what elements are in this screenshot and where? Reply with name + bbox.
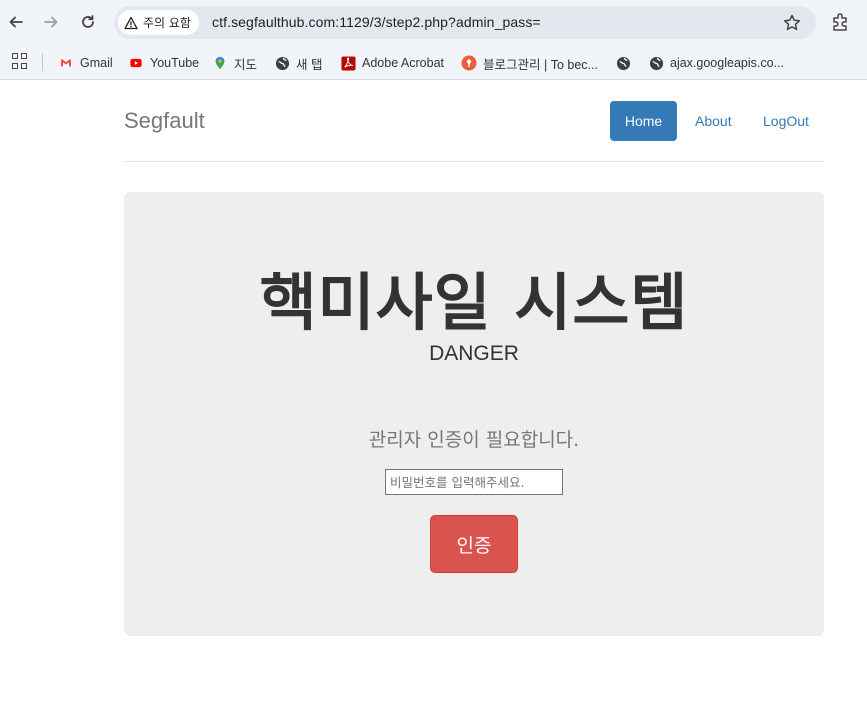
forward-arrow-icon bbox=[44, 16, 58, 28]
bookmark-blog[interactable]: 블로그관리 | To bec... bbox=[461, 51, 598, 75]
bookmark-gmail[interactable]: Gmail bbox=[58, 51, 113, 75]
back-button[interactable] bbox=[2, 8, 30, 36]
bookmark-label: ajax.googleapis.co... bbox=[670, 56, 784, 70]
bookmark-globe-unnamed[interactable] bbox=[615, 51, 637, 75]
bookmark-star-icon[interactable] bbox=[782, 13, 802, 33]
gmail-icon bbox=[58, 55, 74, 71]
nav-about[interactable]: About bbox=[680, 101, 747, 141]
blog-icon bbox=[461, 55, 477, 71]
page-title: 핵미사일 시스템 bbox=[259, 266, 689, 339]
globe-icon bbox=[648, 55, 664, 71]
bookmark-label: 지도 bbox=[234, 57, 258, 72]
site-brand[interactable]: Segfault bbox=[124, 108, 205, 134]
browser-toolbar: 주의 요함 ctf.segfaulthub.com:1129/3/step2.p… bbox=[0, 0, 867, 45]
bookmark-youtube[interactable]: YouTube bbox=[128, 51, 199, 75]
acrobat-icon bbox=[340, 55, 356, 71]
bookmark-label: YouTube bbox=[150, 56, 200, 70]
bookmarks-divider bbox=[42, 53, 43, 71]
auth-required-text: 관리자 인증이 필요합니다. bbox=[368, 429, 580, 451]
apps-grid-icon[interactable] bbox=[12, 53, 28, 69]
page-subtitle: DANGER bbox=[429, 342, 519, 365]
reload-button[interactable] bbox=[74, 8, 102, 36]
header-divider bbox=[124, 161, 824, 162]
nav-home[interactable]: Home bbox=[610, 101, 677, 141]
password-input[interactable] bbox=[385, 469, 563, 495]
security-chip[interactable]: 주의 요함 bbox=[118, 10, 199, 35]
globe-icon bbox=[274, 55, 290, 71]
bookmarks-bar: Gmail YouTube 지도 새 탭 Adobe Acrobat 블로그관리… bbox=[0, 45, 867, 80]
jumbotron: 핵미사일 시스템 DANGER 관리자 인증이 필요합니다. 인증 bbox=[124, 192, 824, 636]
bookmark-label: Gmail bbox=[80, 56, 113, 70]
bookmark-label: Adobe Acrobat bbox=[362, 56, 445, 70]
reload-icon bbox=[82, 15, 94, 28]
url-text[interactable]: ctf.segfaulthub.com:1129/3/step2.php?adm… bbox=[212, 14, 541, 30]
security-label: 주의 요함 bbox=[143, 16, 191, 30]
nav-logout[interactable]: LogOut bbox=[748, 101, 824, 141]
web-page: Segfault Home About LogOut 핵미사일 시스템 DANG… bbox=[0, 81, 867, 716]
youtube-icon bbox=[128, 55, 144, 71]
bookmark-acrobat[interactable]: Adobe Acrobat bbox=[340, 51, 444, 75]
warning-icon bbox=[124, 16, 138, 29]
extensions-icon[interactable] bbox=[830, 11, 852, 33]
maps-icon bbox=[212, 55, 228, 71]
bookmark-maps[interactable]: 지도 bbox=[212, 51, 257, 75]
bookmark-label: 새 탭 bbox=[296, 57, 323, 72]
auth-submit-button[interactable]: 인증 bbox=[430, 515, 518, 573]
forward-button[interactable] bbox=[37, 8, 65, 36]
back-arrow-icon bbox=[9, 16, 23, 28]
bookmark-new-tab[interactable]: 새 탭 bbox=[274, 51, 322, 75]
bookmark-label: 블로그관리 | To bec... bbox=[483, 57, 598, 72]
globe-icon bbox=[615, 55, 631, 71]
bookmark-ajax-googleapis[interactable]: ajax.googleapis.co... bbox=[648, 51, 784, 75]
address-bar[interactable]: 주의 요함 ctf.segfaulthub.com:1129/3/step2.p… bbox=[114, 6, 816, 39]
